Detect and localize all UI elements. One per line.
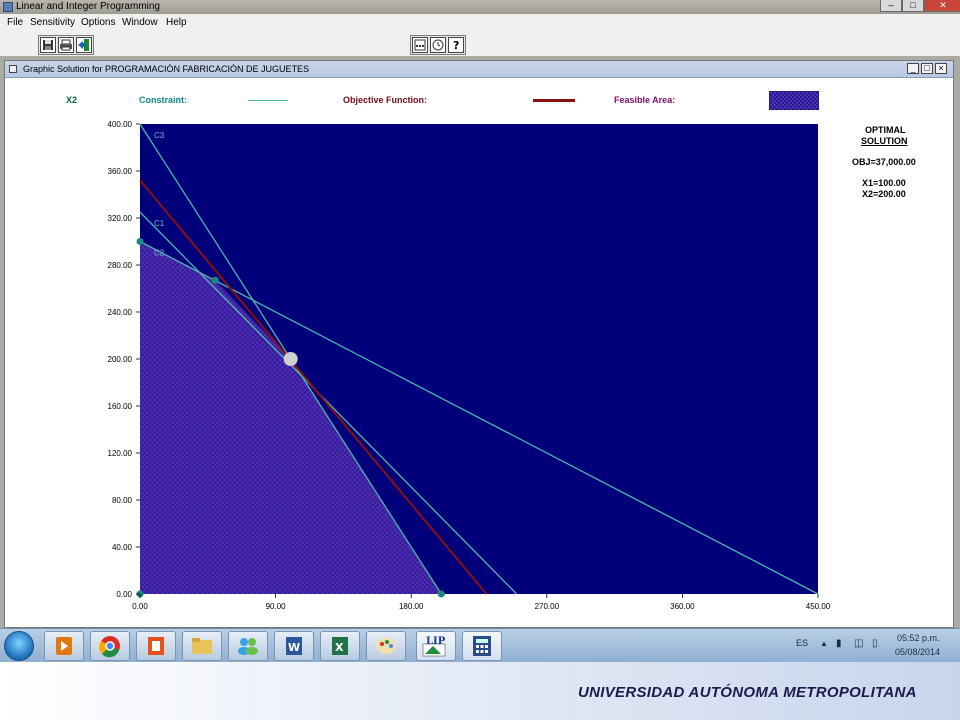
constraint-label-c1: C1 (154, 219, 165, 228)
y-tick-label: 320.00 (108, 214, 133, 223)
x1-value: X1=100.00 (862, 178, 906, 188)
messenger-icon[interactable] (228, 631, 268, 661)
lip-label: LIP (426, 636, 446, 647)
x-tick-label: 0.00 (132, 602, 148, 611)
x-tick-label: 450.00 (806, 602, 831, 611)
graphic-solution-chart: C1 C2 C3 0.00 40.00 80.00 120.00 160.00 200.00 2… (108, 120, 831, 611)
optimal-point (283, 352, 298, 366)
y-tick-label: 80.00 (112, 496, 133, 505)
y-tick-label: 120.00 (108, 449, 133, 458)
volume-icon[interactable]: ◫ (854, 638, 863, 649)
excel-icon[interactable]: X (320, 631, 360, 661)
lip-app-icon[interactable]: LIP (416, 631, 456, 661)
media-player-icon[interactable] (44, 631, 84, 661)
footer-banner: UNIVERSIDAD AUTÓNOMA METROPOLITANA (0, 662, 960, 720)
chrome-icon[interactable] (90, 631, 130, 661)
y-tick-label: 160.00 (108, 402, 133, 411)
corner-point (437, 590, 445, 598)
x-tick-label: 270.00 (535, 602, 560, 611)
x-tick-label: 90.00 (266, 602, 287, 611)
clock-time[interactable]: 05:52 p.m. (897, 633, 940, 643)
y-tick-label: 280.00 (108, 261, 133, 270)
y-tick-label: 0.00 (116, 590, 132, 599)
word-icon[interactable]: W (274, 631, 314, 661)
optimal-heading-line1: OPTIMAL (865, 125, 906, 135)
university-name: UNIVERSIDAD AUTÓNOMA METROPOLITANA (578, 684, 917, 701)
objective-value: OBJ=37,000.00 (852, 157, 916, 167)
svg-text:W: W (288, 641, 300, 654)
x2-value: X2=200.00 (862, 189, 906, 199)
y-tick-label: 200.00 (108, 355, 133, 364)
network-icon[interactable]: ▮ (836, 638, 842, 649)
corner-point (136, 238, 144, 245)
svg-text:X: X (335, 641, 344, 654)
calculator-app-icon[interactable] (462, 631, 502, 661)
folder-icon[interactable] (182, 631, 222, 661)
office-icon[interactable] (136, 631, 176, 661)
clock-date[interactable]: 05/08/2014 (895, 647, 940, 657)
taskbar: W X LIP ES ▲ ▮ ◫ ▯ 05:52 p.m. 05/08/2014 (0, 628, 960, 663)
y-tick-label: 40.00 (112, 543, 133, 552)
paint-icon[interactable] (366, 631, 406, 661)
tray-expand-icon[interactable]: ▲ (820, 639, 828, 648)
start-button[interactable] (4, 631, 34, 661)
constraint-label-c2: C2 (154, 249, 165, 258)
y-tick-label: 360.00 (108, 167, 133, 176)
x-tick-label: 360.00 (670, 602, 695, 611)
constraint-label-c3: C3 (154, 131, 165, 140)
battery-icon[interactable]: ▯ (872, 638, 878, 649)
y-tick-label: 240.00 (108, 308, 133, 317)
corner-point (211, 276, 219, 284)
x-tick-label: 180.00 (399, 602, 424, 611)
language-indicator[interactable]: ES (796, 638, 808, 648)
y-tick-label: 400.00 (108, 120, 133, 129)
optimal-heading-line2: SOLUTION (861, 136, 908, 146)
